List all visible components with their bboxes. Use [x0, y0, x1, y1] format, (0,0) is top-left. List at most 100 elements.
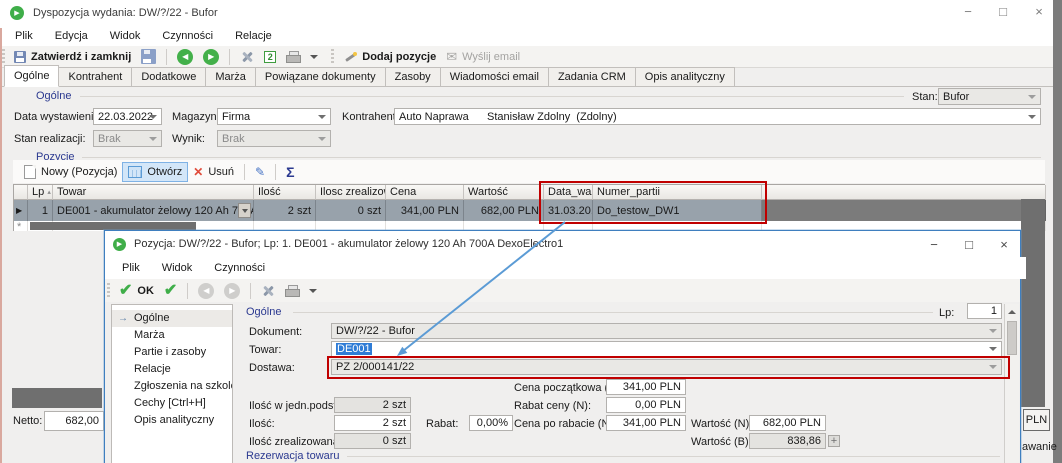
towar-combo[interactable]: DE001 — [331, 341, 1002, 357]
hscrollbar-thumb[interactable] — [30, 222, 196, 230]
maximize-icon[interactable]: □ — [988, 0, 1018, 22]
stan-combo[interactable]: Bufor — [938, 88, 1041, 105]
tools-icon — [240, 50, 254, 64]
dialog-close-icon[interactable]: × — [989, 233, 1019, 255]
menu-czynnosci[interactable]: Czynności — [151, 26, 224, 46]
dialog-vscrollbar[interactable] — [1004, 304, 1019, 463]
tab-kontrahent[interactable]: Kontrahent — [59, 67, 132, 87]
dialog-menu-widok[interactable]: Widok — [151, 258, 204, 278]
print-button[interactable] — [281, 47, 305, 67]
tab-marza[interactable]: Marża — [206, 67, 256, 87]
tab-zasoby[interactable]: Zasoby — [386, 67, 441, 87]
grid-header-towar[interactable]: Towar — [53, 185, 254, 200]
grid-header-data-waznosci[interactable]: Data_ważnoś — [544, 185, 593, 200]
nav-forward-button[interactable]: ▶ — [198, 47, 224, 67]
dialog-menu-czynnosci[interactable]: Czynności — [203, 258, 276, 278]
netto-label: Netto: — [13, 415, 42, 427]
dialog-nav-forward-button[interactable]: ▶ — [219, 281, 245, 301]
grid-header-cena[interactable]: Cena — [386, 185, 464, 200]
grid-header-ilosc[interactable]: Ilość — [254, 185, 316, 200]
dialog-minimize-icon[interactable]: − — [919, 233, 949, 255]
ok-and-new-button[interactable]: ✔ — [159, 281, 182, 301]
delete-position-button[interactable]: ✕ Usuń — [188, 162, 239, 182]
new-row-marker: * — [14, 221, 28, 231]
nav-back-button[interactable]: ◀ — [172, 47, 198, 67]
tab-ogolne[interactable]: Ogólne — [4, 65, 59, 87]
sidebar-item-relacje[interactable]: Relacje — [112, 361, 232, 378]
tab-zadania-crm[interactable]: Zadania CRM — [549, 67, 636, 87]
forward-icon: ▶ — [224, 283, 240, 299]
close-icon[interactable]: × — [1024, 0, 1054, 22]
cena-poczatkowa-field[interactable]: 341,00 PLN — [606, 379, 686, 395]
chevron-down-icon — [318, 115, 326, 119]
data-wystawienia-combo[interactable]: 22.03.2022 — [93, 108, 162, 125]
dokument-combo[interactable]: DW/?/22 - Bufor — [331, 323, 1002, 339]
separator — [275, 164, 276, 180]
vscrollbar-dark-band[interactable] — [1021, 199, 1045, 407]
dialog-title: Pozycja: DW/?/22 - Bufor; Lp: 1. DE001 -… — [134, 238, 563, 250]
add-items-button[interactable]: Dodaj pozycje — [338, 47, 441, 67]
grid-header-lp[interactable]: Lp ▴ — [28, 185, 53, 200]
menu-edycja[interactable]: Edycja — [44, 26, 99, 46]
sidebar-item-cechy[interactable]: Cechy [Ctrl+H] — [112, 395, 232, 412]
new-position-button[interactable]: Nowy (Pozycja) — [19, 162, 122, 182]
kontrahent-combo[interactable]: Auto Naprawa Stanisław Zdolny (Zdolny) — [394, 108, 1041, 125]
chevron-down-icon — [1028, 95, 1036, 99]
send-email-button[interactable]: ✉ Wyślij email — [441, 47, 525, 67]
ok-button[interactable]: ✔ OK — [114, 281, 159, 301]
dialog-tools-button[interactable] — [256, 281, 280, 301]
group-caption-ogolne: Ogólne — [36, 90, 71, 102]
dialog-print-button[interactable] — [280, 281, 304, 301]
currency-field[interactable]: PLN — [1023, 409, 1050, 431]
save-variant-button[interactable] — [136, 47, 161, 67]
rabat-ceny-field[interactable]: 0,00 PLN — [606, 397, 686, 413]
grid-header-numer-partii[interactable]: Numer_partii — [593, 185, 762, 200]
sidebar-item-ogolne[interactable]: →Ogólne — [112, 310, 232, 327]
dialog-nav-back-button[interactable]: ◀ — [193, 281, 219, 301]
menu-relacje[interactable]: Relacje — [224, 26, 283, 46]
envelope-icon: ✉ — [446, 50, 457, 63]
chevron-down-icon — [309, 289, 317, 293]
ilosc-label: Ilość: — [249, 418, 275, 430]
grid-header-wartosc[interactable]: Wartość — [464, 185, 544, 200]
vscrollbar-thumb[interactable] — [1007, 321, 1017, 355]
scroll-up-icon[interactable] — [1005, 304, 1019, 319]
edit-button[interactable]: ✎ — [250, 162, 270, 182]
tools-button[interactable] — [235, 47, 259, 67]
group-line — [80, 96, 904, 97]
sidebar-item-opis-analityczny[interactable]: Opis analityczny — [112, 412, 232, 429]
cell-dropdown-button[interactable] — [238, 203, 251, 218]
stan-realizacji-combo[interactable]: Brak — [93, 130, 162, 147]
save-and-close-button[interactable]: Zatwierdź i zamknij — [9, 47, 136, 67]
wartosc-b-plus-button[interactable]: + — [828, 435, 840, 447]
toolbar-grip — [331, 49, 334, 65]
magazyn-combo[interactable]: Firma — [217, 108, 331, 125]
tab-wiadomosci-email[interactable]: Wiadomości email — [441, 67, 549, 87]
open-position-button[interactable]: Otwórz — [122, 162, 188, 182]
lp-field[interactable]: 1 — [967, 303, 1002, 319]
wartosc-n-field[interactable]: 682,00 PLN — [749, 415, 826, 431]
print-dropdown[interactable] — [305, 47, 323, 67]
menu-widok[interactable]: Widok — [99, 26, 152, 46]
tab-powiazane-dokumenty[interactable]: Powiązane dokumenty — [256, 67, 386, 87]
hscrollbar-thumb-bottom[interactable] — [12, 388, 102, 408]
dialog-maximize-icon[interactable]: □ — [954, 233, 984, 255]
sidebar-item-marza[interactable]: Marża — [112, 327, 232, 344]
tab-dodatkowe[interactable]: Dodatkowe — [132, 67, 206, 87]
cena-po-rabacie-field[interactable]: 341,00 PLN — [606, 415, 686, 431]
minimize-icon[interactable]: − — [953, 0, 983, 22]
dialog-menu-plik[interactable]: Plik — [111, 258, 151, 278]
sum-button[interactable]: Σ — [281, 162, 299, 182]
menu-plik[interactable]: Plik — [4, 26, 44, 46]
sidebar-item-partie-i-zasoby[interactable]: Partie i zasoby — [112, 344, 232, 361]
export-button[interactable]: 2 — [259, 47, 281, 67]
rabat-field[interactable]: 0,00% — [469, 415, 513, 431]
ilosc-field[interactable]: 2 szt — [334, 415, 411, 431]
tab-opis-analityczny[interactable]: Opis analityczny — [636, 67, 735, 87]
wynik-combo[interactable]: Brak — [217, 130, 331, 147]
pencil-icon: ✎ — [255, 165, 265, 179]
sidebar-item-zgloszenia[interactable]: Zgłoszenia na szkolenia — [112, 378, 232, 395]
dialog-print-dropdown[interactable] — [304, 281, 322, 301]
grid-header-ilosc-zrealizowana[interactable]: Ilosc zrealizowana — [316, 185, 386, 200]
dostawa-combo[interactable]: PZ 2/000141/22 — [331, 359, 1002, 375]
